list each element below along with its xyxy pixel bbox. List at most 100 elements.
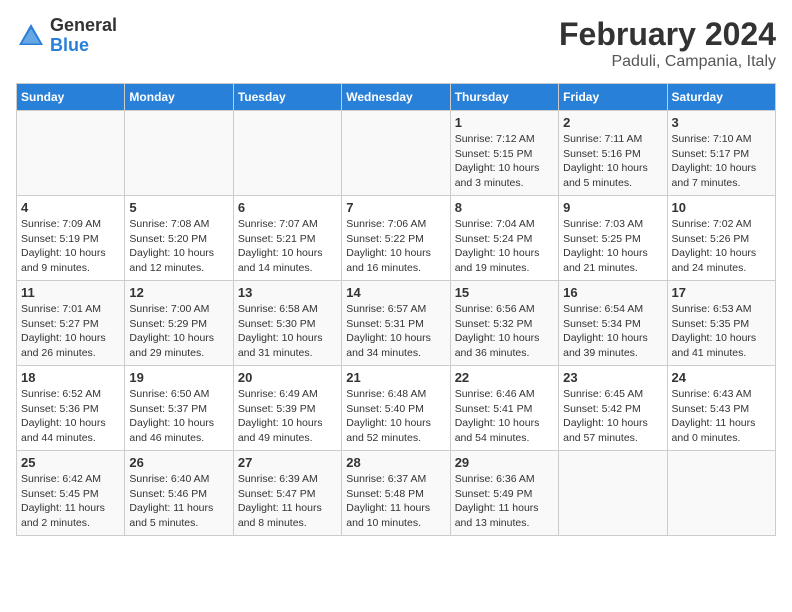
weekday-header-wednesday: Wednesday: [342, 84, 450, 111]
calendar-subtitle: Paduli, Campania, Italy: [559, 53, 776, 71]
calendar-header: SundayMondayTuesdayWednesdayThursdayFrid…: [17, 84, 776, 111]
day-info: Sunrise: 6:54 AMSunset: 5:34 PMDaylight:…: [563, 302, 662, 361]
day-info: Sunrise: 6:57 AMSunset: 5:31 PMDaylight:…: [346, 302, 445, 361]
day-info: Sunrise: 7:07 AMSunset: 5:21 PMDaylight:…: [238, 217, 337, 276]
calendar-cell: [342, 111, 450, 196]
calendar-cell: 24 Sunrise: 6:43 AMSunset: 5:43 PMDayligh…: [667, 366, 775, 451]
weekday-header-saturday: Saturday: [667, 84, 775, 111]
day-number: 24: [672, 370, 771, 385]
day-number: 22: [455, 370, 554, 385]
weekday-header-monday: Monday: [125, 84, 233, 111]
day-number: 4: [21, 200, 120, 215]
calendar-cell: 21 Sunrise: 6:48 AMSunset: 5:40 PMDayligh…: [342, 366, 450, 451]
day-info: Sunrise: 7:01 AMSunset: 5:27 PMDaylight:…: [21, 302, 120, 361]
calendar-week-1: 1 Sunrise: 7:12 AMSunset: 5:15 PMDaylight…: [17, 111, 776, 196]
day-info: Sunrise: 6:42 AMSunset: 5:45 PMDaylight:…: [21, 472, 120, 531]
calendar-cell: 22 Sunrise: 6:46 AMSunset: 5:41 PMDayligh…: [450, 366, 558, 451]
calendar-cell: 12Sunrise: 7:00 AMSunset: 5:29 PMDayligh…: [125, 281, 233, 366]
calendar-cell: 11 Sunrise: 7:01 AMSunset: 5:27 PMDayligh…: [17, 281, 125, 366]
day-number: 11: [21, 285, 120, 300]
calendar-cell: 6 Sunrise: 7:07 AMSunset: 5:21 PMDaylight…: [233, 196, 341, 281]
calendar-title: February 2024: [559, 16, 776, 53]
day-info: Sunrise: 6:52 AMSunset: 5:36 PMDaylight:…: [21, 387, 120, 446]
calendar-cell: 23 Sunrise: 6:45 AMSunset: 5:42 PMDayligh…: [559, 366, 667, 451]
calendar-cell: 10Sunrise: 7:02 AMSunset: 5:26 PMDayligh…: [667, 196, 775, 281]
weekday-header-tuesday: Tuesday: [233, 84, 341, 111]
logo-text: General Blue: [50, 16, 117, 56]
calendar-cell: 3 Sunrise: 7:10 AMSunset: 5:17 PMDaylight…: [667, 111, 775, 196]
day-info: Sunrise: 6:43 AMSunset: 5:43 PMDaylight:…: [672, 387, 771, 446]
day-info: Sunrise: 7:11 AMSunset: 5:16 PMDaylight:…: [563, 132, 662, 191]
calendar-week-5: 25 Sunrise: 6:42 AMSunset: 5:45 PMDayligh…: [17, 451, 776, 536]
day-info: Sunrise: 7:03 AMSunset: 5:25 PMDaylight:…: [563, 217, 662, 276]
calendar-cell: [667, 451, 775, 536]
day-number: 8: [455, 200, 554, 215]
calendar-cell: [125, 111, 233, 196]
day-number: 6: [238, 200, 337, 215]
day-number: 28: [346, 455, 445, 470]
day-number: 9: [563, 200, 662, 215]
day-info: Sunrise: 7:02 AMSunset: 5:26 PMDaylight:…: [672, 217, 771, 276]
day-number: 23: [563, 370, 662, 385]
day-info: Sunrise: 6:45 AMSunset: 5:42 PMDaylight:…: [563, 387, 662, 446]
day-info: Sunrise: 6:58 AMSunset: 5:30 PMDaylight:…: [238, 302, 337, 361]
day-info: Sunrise: 6:49 AMSunset: 5:39 PMDaylight:…: [238, 387, 337, 446]
calendar-cell: 27 Sunrise: 6:39 AMSunset: 5:47 PMDayligh…: [233, 451, 341, 536]
day-info: Sunrise: 6:39 AMSunset: 5:47 PMDaylight:…: [238, 472, 337, 531]
calendar-cell: 1 Sunrise: 7:12 AMSunset: 5:15 PMDaylight…: [450, 111, 558, 196]
day-info: Sunrise: 6:46 AMSunset: 5:41 PMDaylight:…: [455, 387, 554, 446]
calendar-cell: 16Sunrise: 6:54 AMSunset: 5:34 PMDayligh…: [559, 281, 667, 366]
calendar-cell: 2 Sunrise: 7:11 AMSunset: 5:16 PMDaylight…: [559, 111, 667, 196]
calendar-cell: 13 Sunrise: 6:58 AMSunset: 5:30 PMDayligh…: [233, 281, 341, 366]
day-number: 1: [455, 115, 554, 130]
calendar-cell: 19 Sunrise: 6:50 AMSunset: 5:37 PMDayligh…: [125, 366, 233, 451]
day-info: Sunrise: 7:08 AMSunset: 5:20 PMDaylight:…: [129, 217, 228, 276]
day-number: 3: [672, 115, 771, 130]
calendar-cell: 20 Sunrise: 6:49 AMSunset: 5:39 PMDayligh…: [233, 366, 341, 451]
day-info: Sunrise: 6:36 AMSunset: 5:49 PMDaylight:…: [455, 472, 554, 531]
logo-icon: [16, 21, 46, 51]
day-number: 19: [129, 370, 228, 385]
calendar-cell: [233, 111, 341, 196]
day-number: 13: [238, 285, 337, 300]
calendar-week-2: 4 Sunrise: 7:09 AMSunset: 5:19 PMDaylight…: [17, 196, 776, 281]
calendar-cell: 9 Sunrise: 7:03 AMSunset: 5:25 PMDaylight…: [559, 196, 667, 281]
day-info: Sunrise: 7:00 AMSunset: 5:29 PMDaylight:…: [129, 302, 228, 361]
day-number: 20: [238, 370, 337, 385]
calendar-cell: 15 Sunrise: 6:56 AMSunset: 5:32 PMDayligh…: [450, 281, 558, 366]
day-info: Sunrise: 7:04 AMSunset: 5:24 PMDaylight:…: [455, 217, 554, 276]
calendar-cell: [559, 451, 667, 536]
calendar-cell: [17, 111, 125, 196]
calendar-cell: 25 Sunrise: 6:42 AMSunset: 5:45 PMDayligh…: [17, 451, 125, 536]
day-info: Sunrise: 7:10 AMSunset: 5:17 PMDaylight:…: [672, 132, 771, 191]
weekday-header-sunday: Sunday: [17, 84, 125, 111]
calendar-cell: 8 Sunrise: 7:04 AMSunset: 5:24 PMDaylight…: [450, 196, 558, 281]
day-info: Sunrise: 7:12 AMSunset: 5:15 PMDaylight:…: [455, 132, 554, 191]
day-number: 5: [129, 200, 228, 215]
day-number: 21: [346, 370, 445, 385]
calendar-cell: 26Sunrise: 6:40 AMSunset: 5:46 PMDayligh…: [125, 451, 233, 536]
day-number: 2: [563, 115, 662, 130]
day-info: Sunrise: 6:48 AMSunset: 5:40 PMDaylight:…: [346, 387, 445, 446]
day-number: 15: [455, 285, 554, 300]
day-info: Sunrise: 6:56 AMSunset: 5:32 PMDaylight:…: [455, 302, 554, 361]
calendar-week-3: 11 Sunrise: 7:01 AMSunset: 5:27 PMDayligh…: [17, 281, 776, 366]
day-info: Sunrise: 6:37 AMSunset: 5:48 PMDaylight:…: [346, 472, 445, 531]
day-info: Sunrise: 7:09 AMSunset: 5:19 PMDaylight:…: [21, 217, 120, 276]
page-header: General Blue February 2024 Paduli, Campa…: [16, 16, 776, 71]
calendar-cell: 29 Sunrise: 6:36 AMSunset: 5:49 PMDayligh…: [450, 451, 558, 536]
calendar-table: SundayMondayTuesdayWednesdayThursdayFrid…: [16, 83, 776, 536]
day-number: 29: [455, 455, 554, 470]
day-info: Sunrise: 6:53 AMSunset: 5:35 PMDaylight:…: [672, 302, 771, 361]
day-info: Sunrise: 6:50 AMSunset: 5:37 PMDaylight:…: [129, 387, 228, 446]
calendar-cell: 7Sunrise: 7:06 AMSunset: 5:22 PMDaylight…: [342, 196, 450, 281]
day-number: 25: [21, 455, 120, 470]
calendar-week-4: 18 Sunrise: 6:52 AMSunset: 5:36 PMDayligh…: [17, 366, 776, 451]
calendar-cell: 14 Sunrise: 6:57 AMSunset: 5:31 PMDayligh…: [342, 281, 450, 366]
day-number: 14: [346, 285, 445, 300]
calendar-cell: 17Sunrise: 6:53 AMSunset: 5:35 PMDayligh…: [667, 281, 775, 366]
day-number: 27: [238, 455, 337, 470]
day-number: 18: [21, 370, 120, 385]
title-block: February 2024 Paduli, Campania, Italy: [559, 16, 776, 71]
day-number: 26: [129, 455, 228, 470]
